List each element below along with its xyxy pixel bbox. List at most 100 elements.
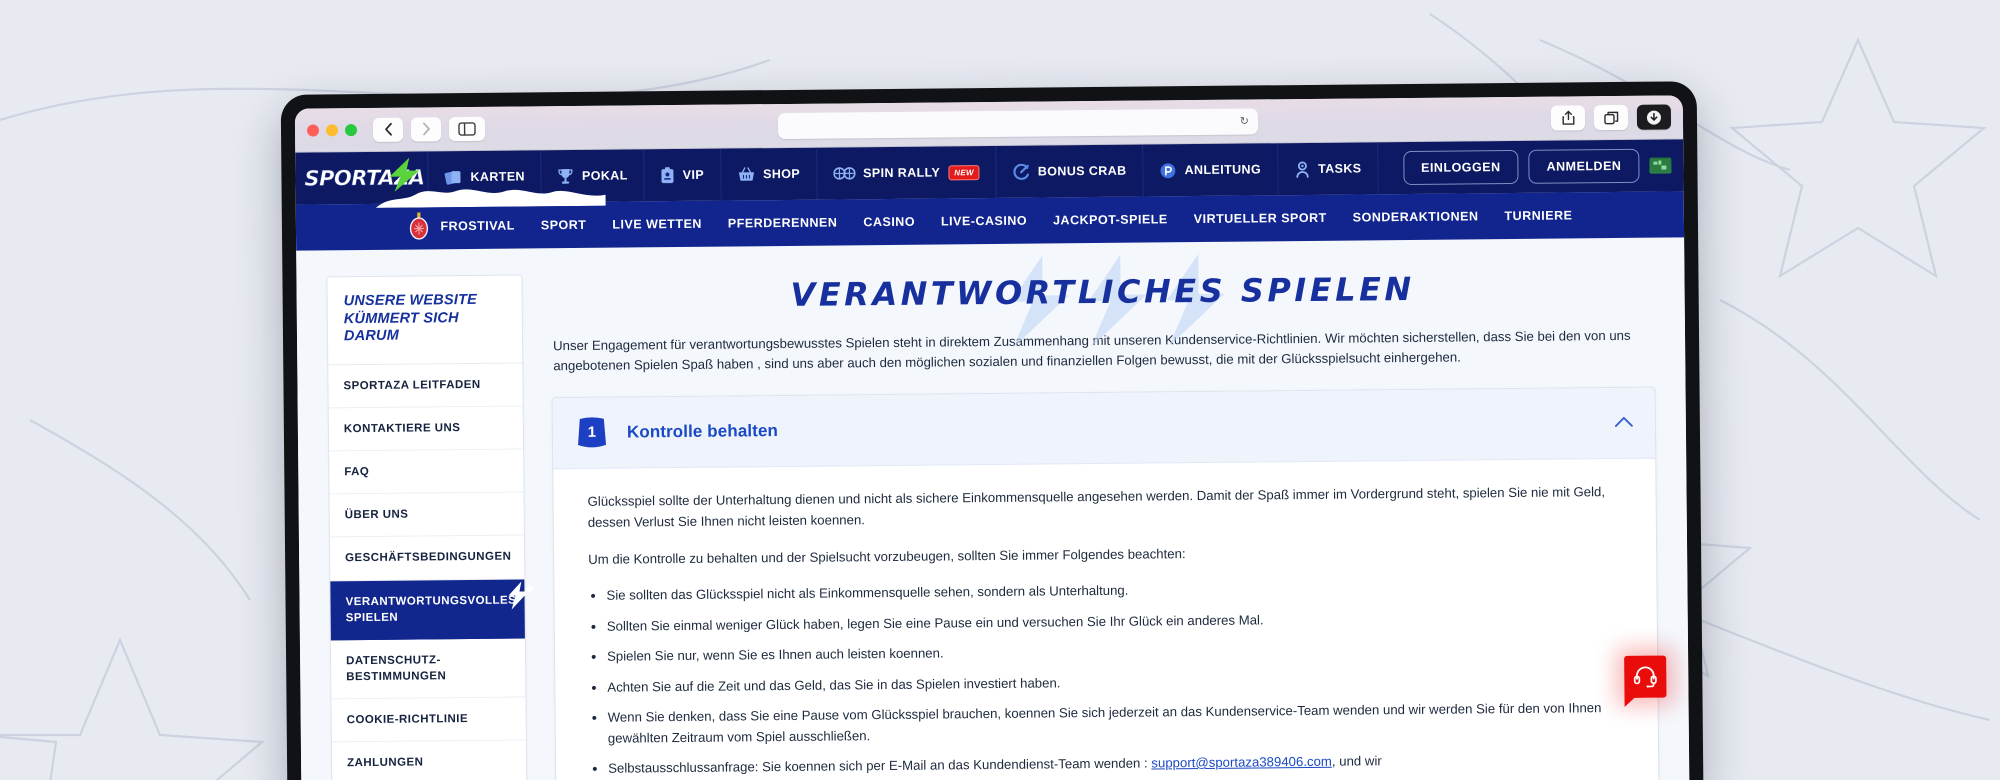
sidebar-item-verantwortungsvolles-spielen[interactable]: VERANTWORTUNGSVOLLES SPIELEN <box>330 579 535 641</box>
p-circle-icon <box>1159 162 1176 179</box>
subnav-item-sport[interactable]: SPORT <box>541 218 587 232</box>
sidebar-item-ueber-uns[interactable]: ÜBER UNS <box>329 492 524 538</box>
download-button[interactable] <box>1636 104 1672 130</box>
share-icon <box>1561 110 1575 125</box>
address-bar-container: ↻ <box>493 105 1543 141</box>
sidebar-toggle-icon <box>458 121 476 136</box>
window-controls[interactable] <box>306 123 365 137</box>
person-target-icon <box>1294 160 1310 178</box>
info-sidebar: UNSERE WEBSITE KÜMMERT SICH DARUM SPORTA… <box>326 274 535 780</box>
nav-item-spin-rally[interactable]: SPIN RALLY NEW <box>815 145 997 200</box>
minimize-window-button[interactable] <box>325 123 339 136</box>
list-item-text-prefix: Selbstausschlussanfrage: Sie koennen sic… <box>608 755 1152 776</box>
subnav-item-live-wetten[interactable]: LIVE WETTEN <box>612 217 702 232</box>
list-item: Wenn Sie denken, dass Sie eine Pause vom… <box>590 698 1624 749</box>
nav-item-bonus-crab[interactable]: BONUS CRAB <box>995 144 1143 198</box>
sidebar-heading: UNSERE WEBSITE KÜMMERT SICH DARUM <box>327 275 523 366</box>
primary-navigation: KARTEN POKAL VIP SHOP SPIN RALLY NEW BON… <box>427 142 1387 204</box>
sidebar-item-faq[interactable]: FAQ <box>329 449 524 495</box>
sidebar-item-zahlungen[interactable]: ZAHLUNGEN <box>331 740 527 780</box>
register-button[interactable]: ANMELDEN <box>1528 148 1640 184</box>
browser-window: ↻ SPORTAZA KARTEN POKAL VIP SHOP SPIN RA… <box>294 95 1690 780</box>
subnav-item-sonderaktionen[interactable]: SONDERAKTIONEN <box>1353 209 1479 224</box>
sidebar-toggle-button[interactable] <box>448 116 486 141</box>
sidebar-item-datenschutz-bestimmungen[interactable]: DATENSCHUTZ-BESTIMMUNGEN <box>330 638 526 700</box>
list-item-text-suffix: , und wir <box>1331 753 1382 769</box>
subnav-item-casino[interactable]: CASINO <box>863 215 915 229</box>
subnav-item-virtueller-sport[interactable]: VIRTUELLER SPORT <box>1194 211 1327 226</box>
nav-item-shop[interactable]: SHOP <box>719 147 817 201</box>
list-item: Sie sollten das Glücksspiel nicht als Ei… <box>588 576 1622 606</box>
subnav-item-live-casino[interactable]: LIVE-CASINO <box>941 214 1027 229</box>
nav-item-pokal[interactable]: POKAL <box>540 149 644 203</box>
chevron-up-icon[interactable] <box>1614 414 1633 432</box>
page-title-block: VERANTWORTLICHES SPIELEN <box>550 254 1654 348</box>
subnav-item-label: FROSTIVAL <box>440 218 515 234</box>
step-number-badge: 1 <box>575 416 609 450</box>
nav-item-label: ANLEITUNG <box>1184 162 1262 178</box>
nav-item-vip[interactable]: VIP <box>643 148 721 202</box>
trophy-icon <box>558 168 574 185</box>
wheels-icon <box>833 166 856 180</box>
nav-item-karten[interactable]: KARTEN <box>427 150 542 204</box>
headset-icon <box>1633 666 1657 688</box>
subnav-item-turniere[interactable]: TURNIERE <box>1504 208 1572 223</box>
sidebar-item-kontaktiere-uns[interactable]: KONTAKTIERE UNS <box>328 406 524 452</box>
accordion-body: Glücksspiel sollte der Unterhaltung dien… <box>553 459 1658 780</box>
subnav-item-jackpot-spiele[interactable]: JACKPOT-SPIELE <box>1053 212 1168 227</box>
forward-button[interactable] <box>410 116 442 142</box>
lightning-bolt-icon <box>504 581 535 614</box>
download-icon <box>1646 110 1661 125</box>
login-button[interactable]: EINLOGGEN <box>1402 149 1519 186</box>
lightning-bolt-icon <box>389 157 420 192</box>
nav-item-label: VIP <box>682 167 705 182</box>
browser-toolbar-actions <box>1550 104 1672 131</box>
crab-icon <box>1013 163 1030 180</box>
vip-card-icon <box>661 166 675 184</box>
page-title: VERANTWORTLICHES SPIELEN <box>790 269 1415 314</box>
support-chat-button[interactable] <box>1624 655 1667 698</box>
cards-icon <box>444 169 462 185</box>
subnav-item-pferderennen[interactable]: PFERDERENNEN <box>728 215 838 230</box>
nav-item-label: BONUS CRAB <box>1037 163 1127 179</box>
nav-item-label: KARTEN <box>470 169 526 184</box>
accordion-bullet-list: Sie sollten das Glücksspiel nicht als Ei… <box>588 576 1624 779</box>
step-number: 1 <box>587 424 597 442</box>
language-flag-icon[interactable] <box>1649 157 1672 174</box>
maximize-window-button[interactable] <box>344 123 358 136</box>
accordion-section: 1 Kontrolle behalten Glücksspiel sollte … <box>551 386 1660 780</box>
close-window-button[interactable] <box>306 123 320 137</box>
address-bar[interactable]: ↻ <box>777 107 1259 139</box>
back-button[interactable] <box>372 117 404 142</box>
intro-paragraph: Unser Engagement für verantwortungsbewus… <box>553 327 1631 374</box>
tab-overview-icon <box>1603 111 1618 124</box>
list-item: Spielen Sie nur, wenn Sie es Ihnen auch … <box>589 637 1623 667</box>
accordion-header[interactable]: 1 Kontrolle behalten <box>552 387 1656 470</box>
list-item-with-email: Selbstausschlussanfrage: Sie koennen sic… <box>590 749 1624 779</box>
accordion-title: Kontrolle behalten <box>626 420 779 442</box>
site-logo[interactable]: SPORTAZA <box>295 151 427 204</box>
support-email-link[interactable]: support@sportaza389406.com <box>1151 754 1332 771</box>
subnav-item-frostival[interactable]: FROSTIVAL <box>407 212 515 241</box>
sidebar-item-sportaza-leitfaden[interactable]: SPORTAZA LEITFADEN <box>328 363 523 409</box>
reload-icon[interactable]: ↻ <box>1240 115 1249 128</box>
chevron-right-icon <box>422 122 430 136</box>
sidebar-item-geschaeftsbedingungen[interactable]: GESCHÄFTSBEDINGUNGEN <box>329 535 525 581</box>
nav-item-label: POKAL <box>581 168 628 183</box>
nav-item-anleitung[interactable]: ANLEITUNG <box>1142 143 1278 197</box>
tab-overview-button[interactable] <box>1593 104 1629 131</box>
nav-item-label: TASKS <box>1317 161 1362 176</box>
new-badge: NEW <box>948 164 980 180</box>
auth-actions: EINLOGGEN ANMELDEN <box>1387 139 1684 194</box>
accordion-paragraph-2: Um die Kontrolle zu behalten und der Spi… <box>588 546 1186 568</box>
list-item: Sollten Sie einmal weniger Glück haben, … <box>589 607 1623 637</box>
ornament-icon <box>407 212 431 240</box>
sidebar-item-cookie-richtlinie[interactable]: COOKIE-RICHTLINIE <box>331 697 526 743</box>
accordion-paragraph-1: Glücksspiel sollte der Unterhaltung dien… <box>587 484 1606 530</box>
list-item: Achten Sie auf die Zeit und das Geld, da… <box>589 668 1623 698</box>
sidebar-item-label: VERANTWORTUNGSVOLLES SPIELEN <box>345 594 517 624</box>
share-button[interactable] <box>1550 105 1586 131</box>
nav-item-label: SHOP <box>762 166 801 182</box>
basket-icon <box>737 166 755 182</box>
nav-item-tasks[interactable]: TASKS <box>1276 142 1379 196</box>
